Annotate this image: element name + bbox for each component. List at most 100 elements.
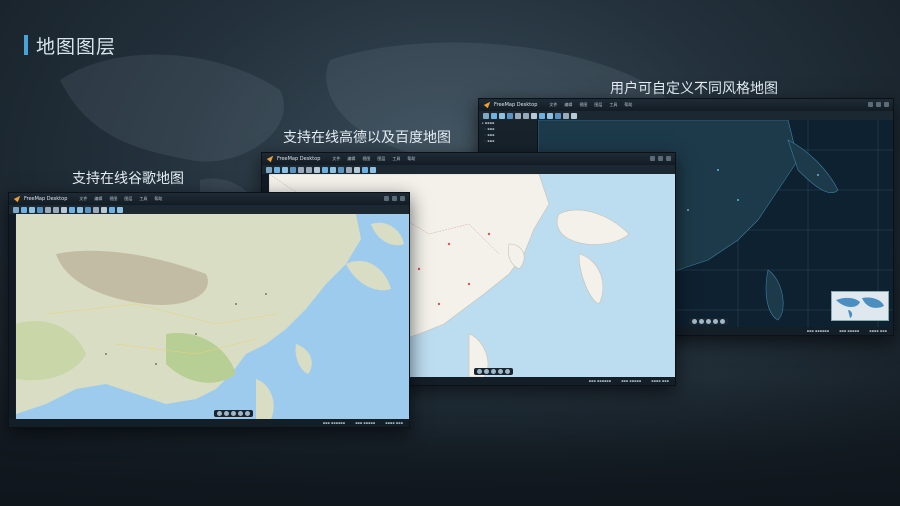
minimize-icon[interactable] — [384, 196, 389, 201]
close-icon[interactable] — [666, 156, 671, 161]
globe-icon[interactable] — [507, 112, 513, 119]
status-bar: ▪▪▪ ▪▪▪▪▪▪ ▪▪▪ ▪▪▪▪▪ ▪▪▪▪ ▪▪▪ — [9, 419, 409, 427]
zoom-out-icon[interactable] — [53, 206, 59, 213]
locate-icon[interactable] — [713, 319, 718, 324]
layer-icon[interactable] — [29, 206, 35, 213]
save-icon[interactable] — [21, 206, 27, 213]
slide-title: 地图图层 — [24, 34, 117, 58]
status-field: ▪▪▪ ▪▪▪▪▪ — [355, 421, 376, 425]
pan-icon[interactable] — [314, 166, 320, 173]
close-icon[interactable] — [400, 196, 405, 201]
status-field: ▪▪▪▪ ▪▪▪ — [651, 379, 669, 383]
close-icon[interactable] — [884, 102, 889, 107]
menu-view[interactable]: 视图 — [109, 196, 117, 202]
zoom-out-icon[interactable] — [224, 411, 229, 416]
zoom-in-icon[interactable] — [477, 369, 482, 374]
layer-icon[interactable] — [499, 112, 505, 119]
status-field: ▪▪▪ ▪▪▪▪▪ — [839, 329, 860, 333]
menu-layer[interactable]: 图层 — [377, 156, 385, 162]
refresh-icon[interactable] — [491, 369, 496, 374]
minimize-icon[interactable] — [650, 156, 655, 161]
grid-icon[interactable] — [346, 166, 352, 173]
menu-view[interactable]: 视图 — [362, 156, 370, 162]
map-canvas-google[interactable] — [16, 214, 409, 419]
zoom-out-icon[interactable] — [484, 369, 489, 374]
overview-minimap[interactable] — [831, 291, 889, 321]
zoom-in-icon[interactable] — [298, 166, 304, 173]
measure-icon[interactable] — [69, 206, 75, 213]
maximize-icon[interactable] — [392, 196, 397, 201]
menu-edit[interactable]: 编辑 — [564, 102, 572, 108]
export-icon[interactable] — [117, 206, 123, 213]
globe-icon[interactable] — [290, 166, 296, 173]
grid-icon[interactable] — [563, 112, 569, 119]
open-icon[interactable] — [266, 166, 272, 173]
menu-tools[interactable]: 工具 — [392, 156, 400, 162]
refresh-icon[interactable] — [706, 319, 711, 324]
menu-edit[interactable]: 编辑 — [94, 196, 102, 202]
grid-icon[interactable] — [93, 206, 99, 213]
maximize-icon[interactable] — [876, 102, 881, 107]
menu-help[interactable]: 帮助 — [154, 196, 162, 202]
locate-icon[interactable] — [498, 369, 503, 374]
maximize-icon[interactable] — [658, 156, 663, 161]
globe-icon[interactable] — [37, 206, 43, 213]
zoom-in-icon[interactable] — [45, 206, 51, 213]
cloud-icon[interactable] — [85, 206, 91, 213]
pan-icon[interactable] — [61, 206, 67, 213]
window-titlebar: FreeMap Desktop 文件 编辑 视图 图层 工具 帮助 — [262, 153, 675, 165]
refresh-icon[interactable] — [231, 411, 236, 416]
status-field: ▪▪▪ ▪▪▪▪▪ — [621, 379, 642, 383]
app-logo-icon — [13, 195, 21, 203]
export-icon[interactable] — [370, 166, 376, 173]
draw-icon[interactable] — [77, 206, 83, 213]
zoom-out-icon[interactable] — [523, 112, 529, 119]
save-icon[interactable] — [274, 166, 280, 173]
cloud-icon[interactable] — [555, 112, 561, 119]
open-icon[interactable] — [483, 112, 489, 119]
menu-bar: 文件 编辑 视图 图层 工具 帮助 — [332, 156, 415, 162]
save-icon[interactable] — [491, 112, 497, 119]
zoom-out-icon[interactable] — [699, 319, 704, 324]
menu-layer[interactable]: 图层 — [594, 102, 602, 108]
menu-file[interactable]: 文件 — [549, 102, 557, 108]
print-icon[interactable] — [354, 166, 360, 173]
menu-tools[interactable]: 工具 — [609, 102, 617, 108]
draw-icon[interactable] — [330, 166, 336, 173]
zoom-in-icon[interactable] — [692, 319, 697, 324]
status-field: ▪▪▪ ▪▪▪▪▪▪ — [806, 329, 830, 333]
menu-layer[interactable]: 图层 — [124, 196, 132, 202]
cloud-icon[interactable] — [338, 166, 344, 173]
menu-help[interactable]: 帮助 — [407, 156, 415, 162]
zoom-in-icon[interactable] — [515, 112, 521, 119]
print-icon[interactable] — [101, 206, 107, 213]
settings-icon[interactable] — [109, 206, 115, 213]
pan-icon[interactable] — [531, 112, 537, 119]
fullscreen-icon[interactable] — [720, 319, 725, 324]
map-tool-strip — [474, 368, 513, 375]
settings-icon[interactable] — [362, 166, 368, 173]
draw-icon[interactable] — [547, 112, 553, 119]
menu-help[interactable]: 帮助 — [624, 102, 632, 108]
layer-icon[interactable] — [282, 166, 288, 173]
status-field: ▪▪▪▪ ▪▪▪ — [385, 421, 403, 425]
zoom-in-icon[interactable] — [217, 411, 222, 416]
side-panel-collapsed[interactable] — [9, 214, 15, 419]
menu-view[interactable]: 视图 — [579, 102, 587, 108]
print-icon[interactable] — [571, 112, 577, 119]
fullscreen-icon[interactable] — [245, 411, 250, 416]
measure-icon[interactable] — [322, 166, 328, 173]
measure-icon[interactable] — [539, 112, 545, 119]
menu-file[interactable]: 文件 — [79, 196, 87, 202]
locate-icon[interactable] — [238, 411, 243, 416]
menu-file[interactable]: 文件 — [332, 156, 340, 162]
menu-tools[interactable]: 工具 — [139, 196, 147, 202]
slide-title-text: 地图图层 — [36, 35, 117, 58]
minimize-icon[interactable] — [868, 102, 873, 107]
open-icon[interactable] — [13, 206, 19, 213]
menu-edit[interactable]: 编辑 — [347, 156, 355, 162]
layer-tree-item[interactable]: ◦ ▪▪▪ — [479, 138, 537, 144]
caption-custom-map: 用户可自定义不同风格地图 — [610, 81, 778, 97]
fullscreen-icon[interactable] — [505, 369, 510, 374]
zoom-out-icon[interactable] — [306, 166, 312, 173]
